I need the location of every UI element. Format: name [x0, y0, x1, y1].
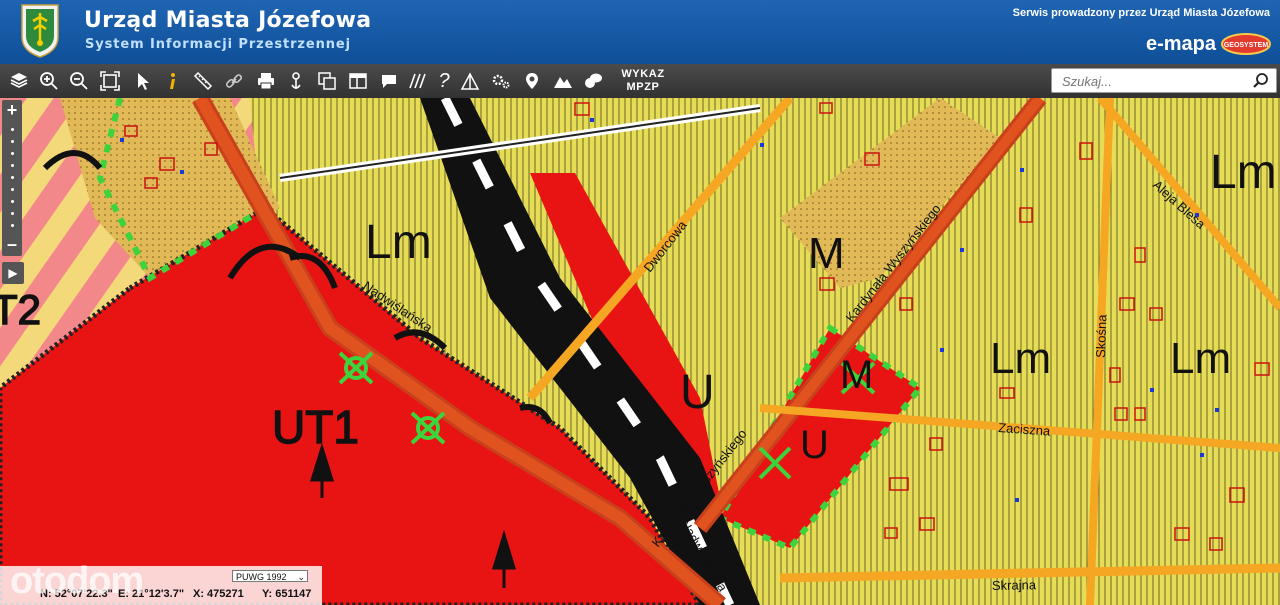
measure-icon[interactable]	[191, 69, 215, 93]
zone-label-lm-3: Lm	[990, 334, 1051, 383]
pan-icon[interactable]	[284, 69, 308, 93]
search-input[interactable]	[1060, 72, 1244, 91]
zoom-tick	[11, 188, 14, 191]
coord-x: X: 475271	[193, 588, 244, 600]
terrain-icon[interactable]	[551, 69, 575, 93]
coord-system-select[interactable]: PUWG 1992 ⌄	[232, 570, 308, 582]
zone-label-m-2: M	[840, 353, 873, 397]
zoom-tick	[11, 224, 14, 227]
marker-icon[interactable]	[520, 69, 544, 93]
site-subtitle: System Informacji Przestrzennej	[85, 37, 351, 52]
zoom-tick	[11, 200, 14, 203]
copy-icon[interactable]	[315, 69, 339, 93]
search-box	[1051, 68, 1277, 93]
zoom-tick	[11, 176, 14, 179]
map-layer[interactable]: UT1 T2 Lm Lm Lm Lm M U U M Nadwiślańska …	[0, 98, 1280, 605]
layout-icon[interactable]	[346, 69, 370, 93]
zone-label-t2: T2	[0, 286, 41, 333]
chevron-down-icon: ⌄	[297, 572, 305, 582]
zoom-tick	[11, 164, 14, 167]
street-label-skosna: Skośna	[1093, 313, 1110, 358]
street-label-skrajna: Skrajna	[992, 577, 1037, 593]
coord-system-value: PUWG 1992	[236, 572, 287, 582]
expand-panel-button[interactable]: ▶	[2, 262, 24, 284]
zone-label-u-1: U	[680, 366, 715, 419]
mpzp-label: MPZP	[626, 81, 660, 93]
zoom-in-icon[interactable]	[37, 69, 61, 93]
zone-label-ut1: UT1	[272, 401, 359, 453]
help-icon[interactable]: ?	[432, 69, 456, 93]
layers-icon[interactable]	[7, 69, 31, 93]
hatch-icon[interactable]	[406, 69, 430, 93]
geosystem-logo: GEOSYSTEM	[1221, 33, 1271, 55]
zoom-tick	[11, 140, 14, 143]
coord-y: Y: 651147	[262, 588, 312, 600]
wykaz-label: WYKAZ	[621, 68, 665, 80]
zone-label-lm-2: Lm	[1210, 146, 1277, 199]
header: Urząd Miasta Józefowa System Informacji …	[0, 0, 1280, 64]
zone-label-lm-4: Lm	[1170, 334, 1231, 383]
pointer-icon[interactable]	[131, 69, 155, 93]
zoom-tick	[11, 128, 14, 131]
zoom-slider[interactable]: + –	[2, 100, 22, 256]
otodom-watermark: otodom	[10, 560, 144, 602]
site-title[interactable]: Urząd Miasta Józefowa	[84, 8, 371, 33]
comment-icon[interactable]	[377, 69, 401, 93]
settings-icon[interactable]	[489, 69, 513, 93]
jozefow-crest-logo[interactable]	[20, 3, 60, 59]
zoom-tick	[11, 212, 14, 215]
zoom-extent-icon[interactable]	[98, 69, 122, 93]
provider-text: Serwis prowadzony przez Urząd Miasta Józ…	[1012, 7, 1270, 19]
zoom-minus-button[interactable]: –	[2, 235, 22, 253]
profile-icon[interactable]	[458, 69, 482, 93]
wykaz-mpzp-button[interactable]: WYKAZ MPZP	[614, 68, 672, 96]
geosystem-logo-text: GEOSYSTEM	[1224, 42, 1269, 49]
emapa-logo-text: e-mapa	[1145, 33, 1216, 55]
link-icon[interactable]	[222, 69, 246, 93]
zone-label-m-1: M	[808, 229, 845, 278]
zone-label-u-2: U	[800, 423, 829, 467]
map-canvas[interactable]: UT1 T2 Lm Lm Lm Lm M U U M Nadwiślańska …	[0, 98, 1280, 605]
info-icon[interactable]	[160, 69, 184, 93]
zone-label-lm-1: Lm	[365, 216, 432, 269]
search-icon[interactable]	[1252, 72, 1270, 90]
zoom-tick	[11, 152, 14, 155]
zoom-out-icon[interactable]	[67, 69, 91, 93]
chat-icon[interactable]	[581, 69, 605, 93]
print-icon[interactable]	[254, 69, 278, 93]
zoom-plus-button[interactable]: +	[2, 101, 22, 119]
